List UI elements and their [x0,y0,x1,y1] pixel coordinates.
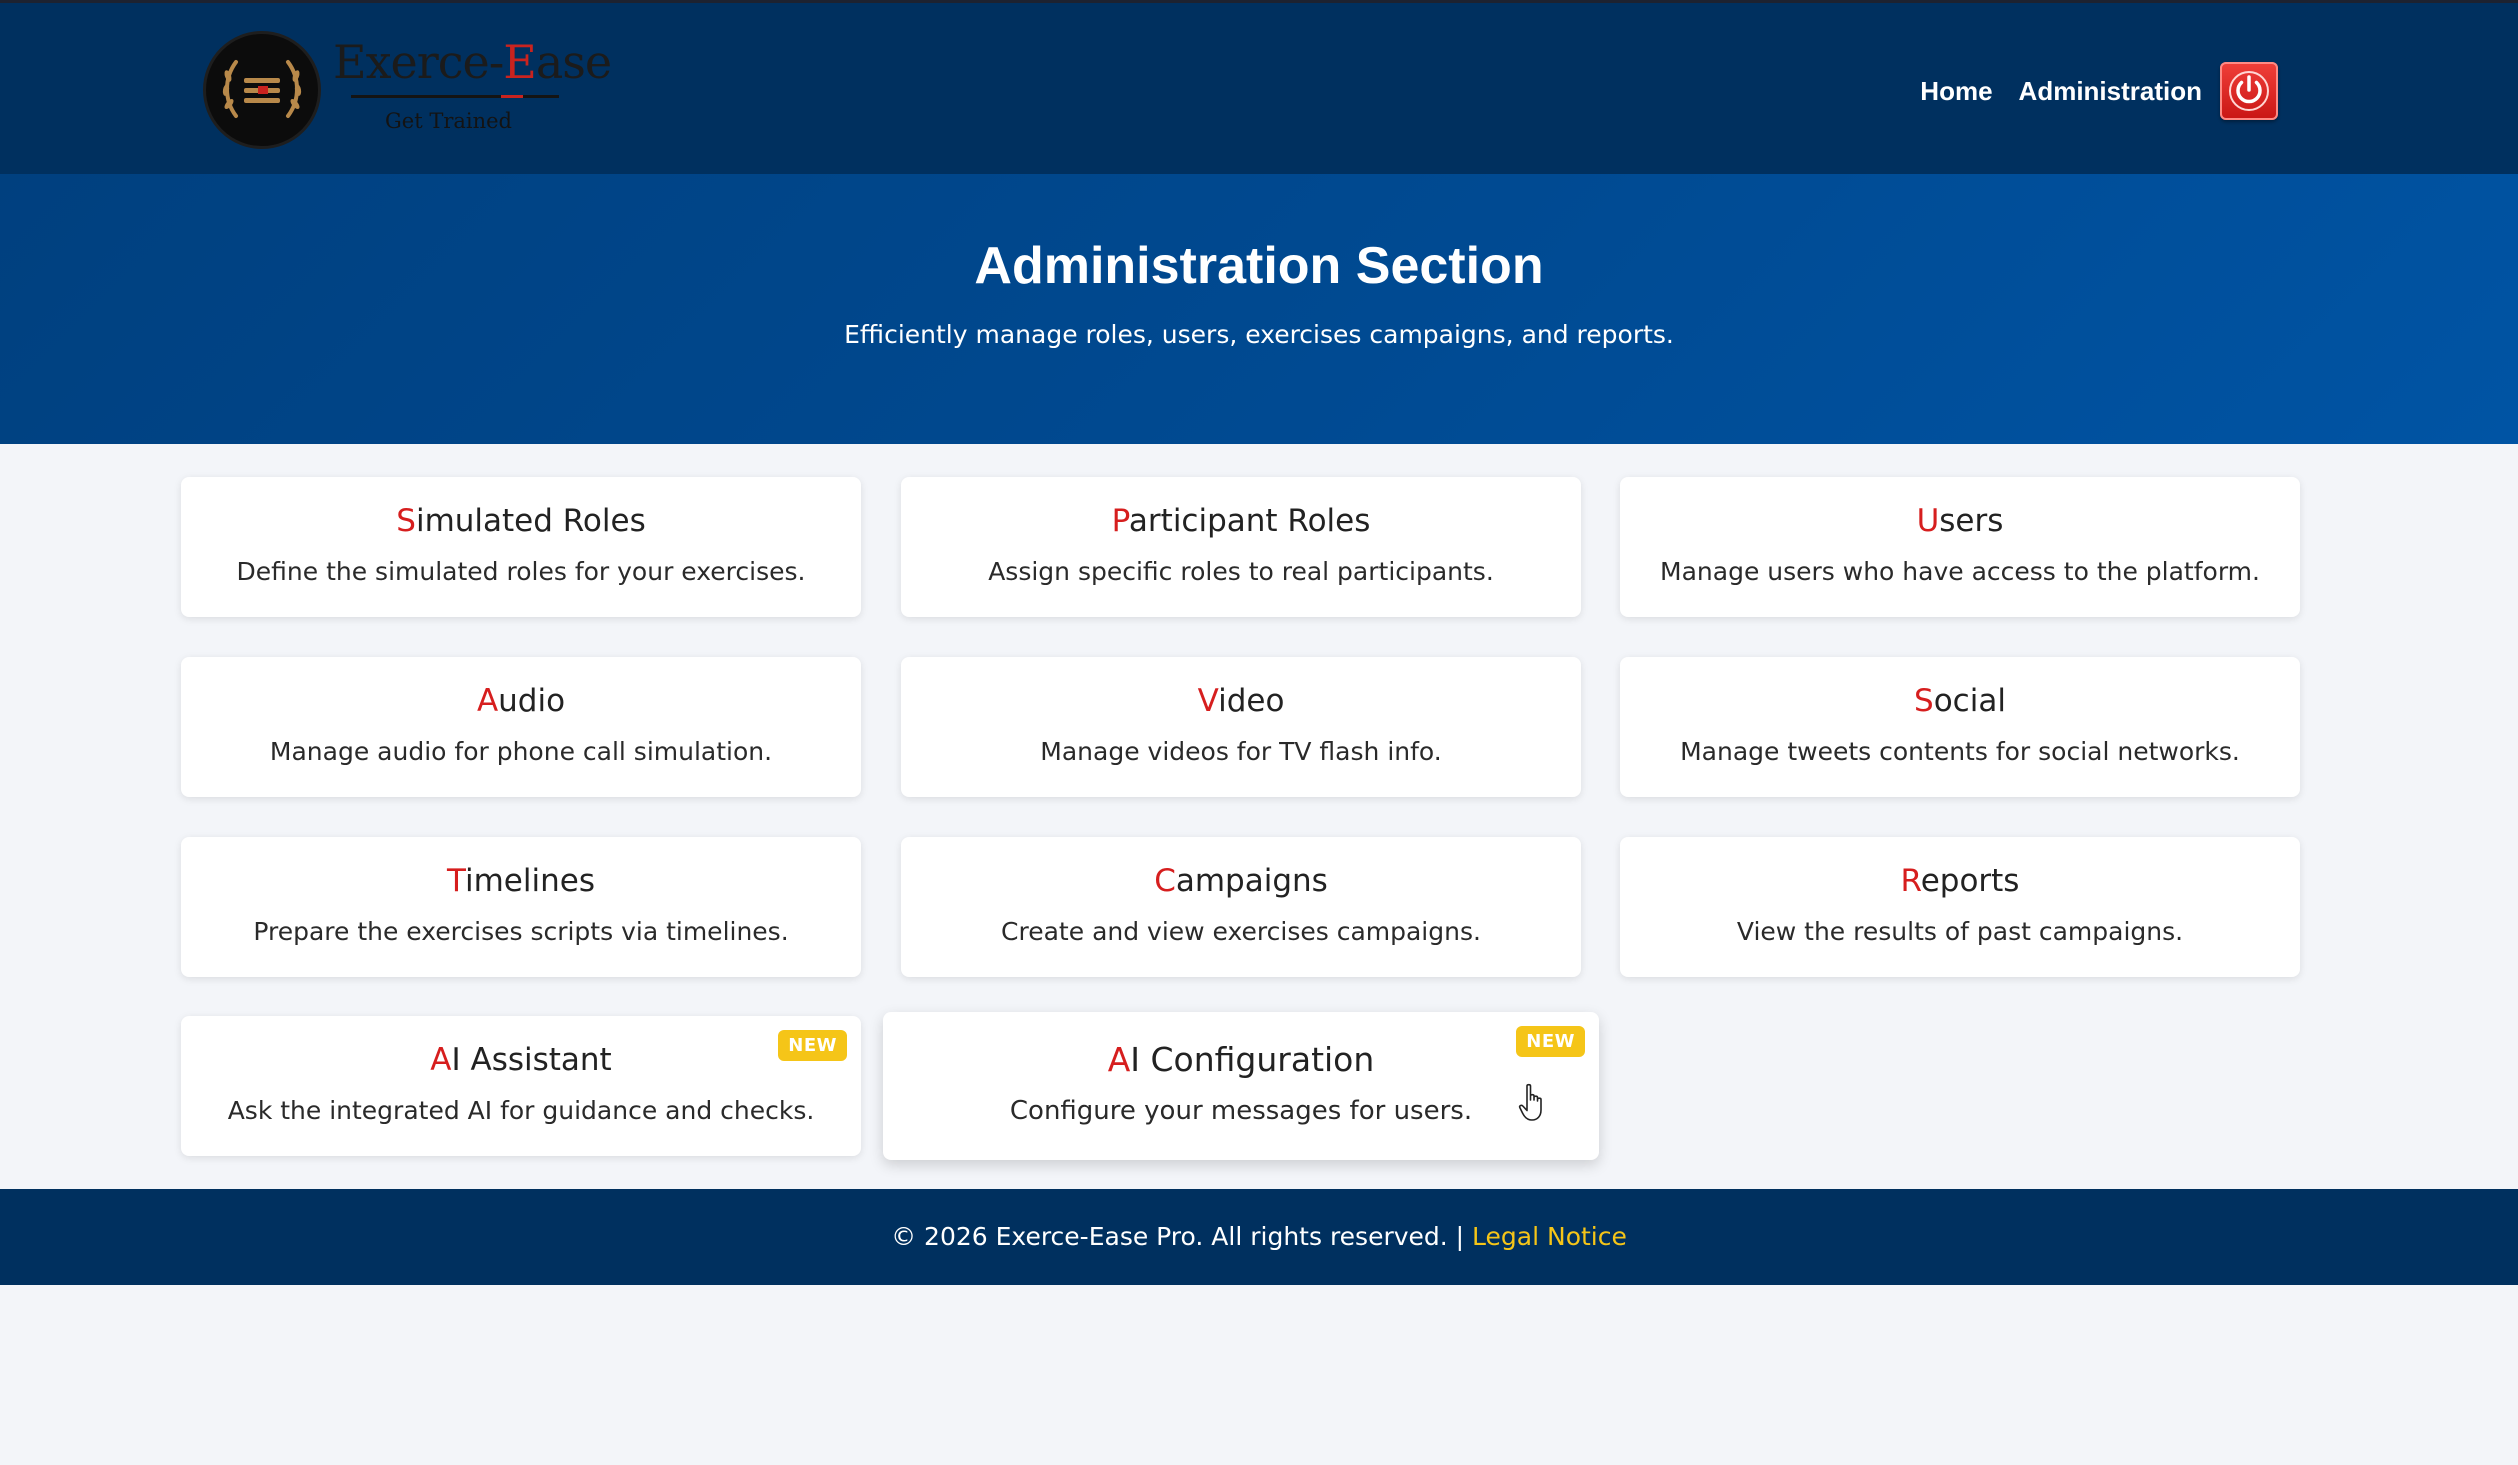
card-simulated-roles[interactable]: Simulated Roles Define the simulated rol… [181,477,861,617]
brand-logo[interactable]: Exerce-Ease Get Trained [203,31,612,155]
card-description: Manage audio for phone call simulation. [269,737,773,766]
card-description: View the results of past campaigns. [1736,917,2184,946]
card-title: AI Assistant [430,1042,612,1078]
card-title: Video [1197,683,1285,719]
card-description: Create and view exercises campaigns. [1001,917,1481,946]
card-description: Prepare the exercises scripts via timeli… [253,917,789,946]
nav-link-administration[interactable]: Administration [2019,76,2202,107]
copyright-text: © 2026 Exerce-Ease Pro. All rights reser… [891,1222,1473,1251]
card-participant-roles[interactable]: Participant Roles Assign specific roles … [901,477,1581,617]
brand-tagline: Get Trained [385,109,512,133]
card-video[interactable]: Video Manage videos for TV flash info. [901,657,1581,797]
card-title: Campaigns [1154,863,1328,899]
card-description: Manage tweets contents for social networ… [1680,737,2240,766]
card-audio[interactable]: Audio Manage audio for phone call simula… [181,657,861,797]
card-description: Ask the integrated AI for guidance and c… [227,1096,815,1125]
card-title: Social [1914,683,2006,719]
card-description: Assign specific roles to real participan… [988,557,1494,586]
card-description: Manage videos for TV flash info. [1040,737,1442,766]
card-ai-assistant[interactable]: NEW AI Assistant Ask the integrated AI f… [181,1016,861,1156]
brand-name: Exerce-Ease [333,35,612,89]
card-social[interactable]: Social Manage tweets contents for social… [1620,657,2300,797]
top-navbar: Exerce-Ease Get Trained Home Administrat… [0,0,2518,174]
laurel-wreath-emblem-icon [203,31,321,149]
logout-button[interactable] [2220,62,2278,120]
footer: © 2026 Exerce-Ease Pro. All rights reser… [0,1189,2518,1285]
main-nav: Home Administration [1894,61,2278,121]
card-title: Timelines [447,863,595,899]
page-subtitle: Efficiently manage roles, users, exercis… [844,320,1674,349]
card-title: Audio [476,683,566,719]
page-title: Administration Section [974,237,1544,295]
card-ai-configuration[interactable]: NEW AI Configuration Configure your mess… [883,1012,1599,1160]
card-description: Manage users who have access to the plat… [1660,557,2260,586]
legal-notice-link[interactable]: Legal Notice [1472,1222,1627,1251]
nav-link-home[interactable]: Home [1920,76,1992,107]
card-description: Define the simulated roles for your exer… [236,557,806,586]
hero-banner: Administration Section Efficiently manag… [0,174,2518,444]
card-description: Configure your messages for users. [1009,1096,1473,1126]
hand-pointer-cursor-icon [1518,1083,1542,1121]
card-users[interactable]: Users Manage users who have access to th… [1620,477,2300,617]
card-timelines[interactable]: Timelines Prepare the exercises scripts … [181,837,861,977]
card-reports[interactable]: Reports View the results of past campaig… [1620,837,2300,977]
power-icon [2229,71,2269,111]
card-title: Simulated Roles [396,503,646,539]
card-title: Reports [1900,863,2020,899]
brand-divider [351,95,559,98]
card-campaigns[interactable]: Campaigns Create and view exercises camp… [901,837,1581,977]
card-title: Users [1916,503,2004,539]
card-title: Participant Roles [1111,503,1371,539]
card-title: AI Configuration [1107,1040,1375,1079]
